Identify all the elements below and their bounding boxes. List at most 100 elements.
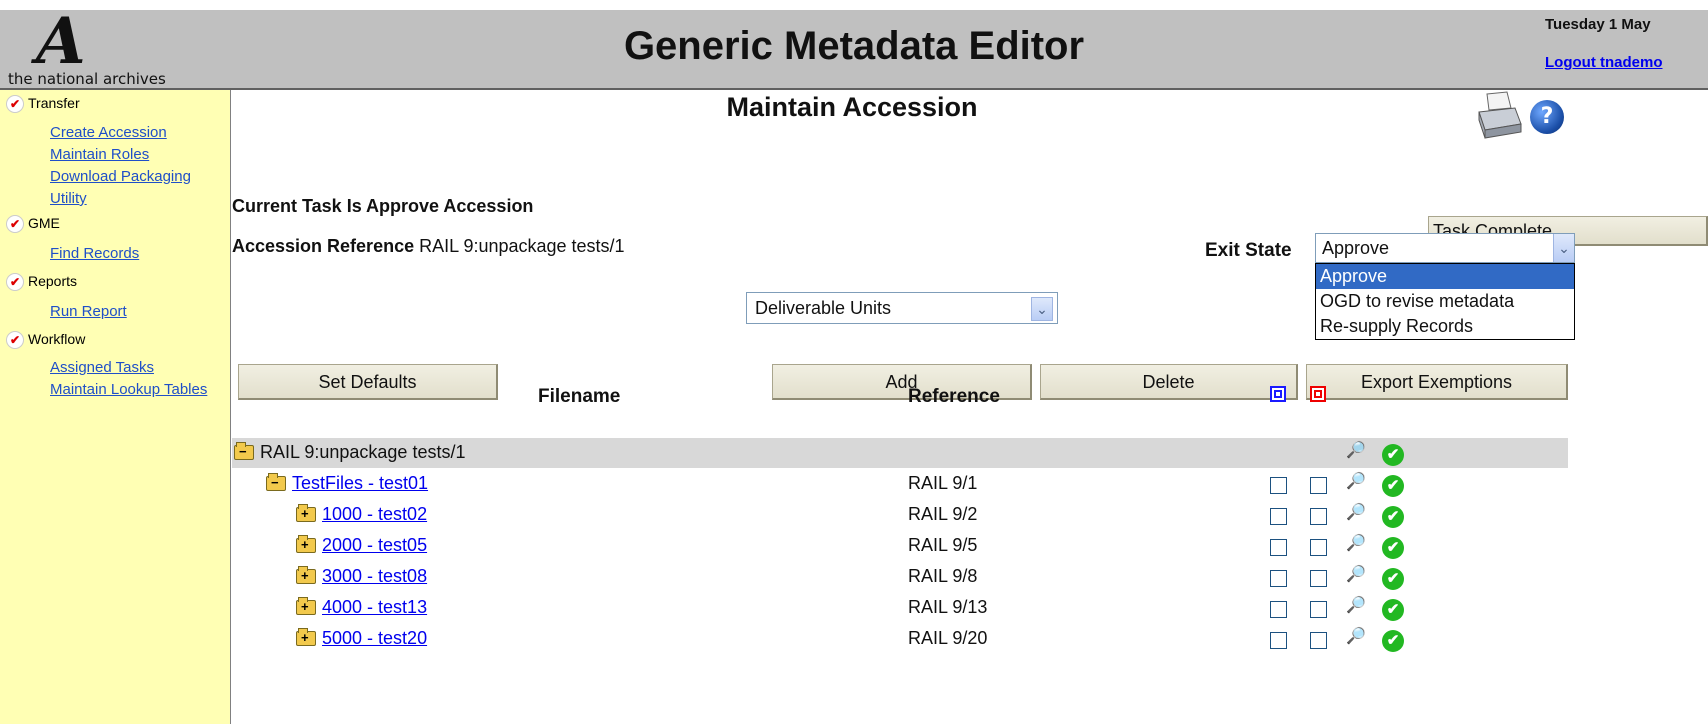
- sidebar-section-label: Transfer: [28, 95, 80, 111]
- check-circle-icon[interactable]: ✔: [1382, 568, 1404, 590]
- row-checkbox-blue[interactable]: [1270, 508, 1287, 525]
- row-filename[interactable]: 5000 - test20: [322, 628, 427, 649]
- current-task-label: Current Task Is Approve Accession: [232, 196, 534, 216]
- chevron-down-icon[interactable]: [6, 95, 24, 114]
- app-title: Generic Metadata Editor: [623, 24, 1085, 68]
- row-checkbox-red[interactable]: [1310, 601, 1327, 618]
- binoculars-icon[interactable]: 🔎: [1346, 533, 1366, 553]
- accession-reference: Accession Reference RAIL 9:unpackage tes…: [232, 236, 625, 257]
- sidebar-link-maintain-lookup-tables[interactable]: Maintain Lookup Tables: [50, 381, 207, 398]
- row-filename: RAIL 9:unpackage tests/1: [260, 442, 466, 462]
- row-reference: RAIL 9/13: [908, 597, 988, 617]
- chevron-down-icon[interactable]: ⌄: [1031, 297, 1053, 321]
- sidebar-link-maintain-roles[interactable]: Maintain Roles: [50, 146, 149, 163]
- binoculars-icon[interactable]: 🔎: [1346, 471, 1366, 491]
- folder-open-icon[interactable]: −: [266, 473, 286, 491]
- chevron-down-icon[interactable]: ⌄: [1553, 234, 1574, 262]
- exit-state-label: Exit State: [1205, 240, 1292, 261]
- row-checkbox-red[interactable]: [1310, 477, 1327, 494]
- export-exemptions-button[interactable]: Export Exemptions: [1306, 364, 1568, 400]
- binoculars-icon[interactable]: 🔎: [1346, 564, 1366, 584]
- logout-link[interactable]: Logout tnademo: [1545, 54, 1662, 71]
- row-filename[interactable]: 2000 - test05: [322, 535, 427, 556]
- folder-expand-icon[interactable]: +: [296, 628, 316, 646]
- folder-expand-icon[interactable]: +: [296, 597, 316, 615]
- row-checkbox-blue[interactable]: [1270, 570, 1287, 587]
- table-row[interactable]: +2000 - test05 RAIL 9/5 🔎 ✔: [232, 531, 1568, 561]
- sidebar-link-create-accession[interactable]: Create Accession: [50, 124, 167, 141]
- check-circle-icon[interactable]: ✔: [1382, 444, 1404, 466]
- folder-expand-icon[interactable]: +: [296, 566, 316, 584]
- unit-type-value: Deliverable Units: [755, 298, 892, 318]
- row-reference: RAIL 9/8: [908, 566, 978, 586]
- check-circle-icon[interactable]: ✔: [1382, 630, 1404, 652]
- sidebar-section-gme[interactable]: GME: [6, 215, 60, 234]
- row-checkbox-blue[interactable]: [1270, 601, 1287, 618]
- sidebar-section-reports[interactable]: Reports: [6, 273, 78, 292]
- chevron-down-icon[interactable]: [6, 331, 24, 350]
- table-row[interactable]: +1000 - test02 RAIL 9/2 🔎 ✔: [232, 500, 1568, 530]
- row-filename[interactable]: 1000 - test02: [322, 504, 427, 525]
- check-circle-icon[interactable]: ✔: [1382, 506, 1404, 528]
- unit-type-select[interactable]: Deliverable Units ⌄: [746, 292, 1058, 324]
- header-bar: A the national archives Generic Metadata…: [0, 4, 1708, 90]
- row-checkbox-blue[interactable]: [1270, 632, 1287, 649]
- table-row[interactable]: − RAIL 9:unpackage tests/1 🔎 ✔: [232, 438, 1568, 468]
- check-circle-icon[interactable]: ✔: [1382, 537, 1404, 559]
- sidebar-section-label: Workflow: [28, 331, 86, 347]
- exit-state-option[interactable]: Re-supply Records: [1316, 314, 1574, 339]
- table-row[interactable]: +3000 - test08 RAIL 9/8 🔎 ✔: [232, 562, 1568, 592]
- row-filename[interactable]: TestFiles - test01: [292, 473, 428, 494]
- chevron-down-icon[interactable]: [6, 273, 24, 292]
- sidebar-link-run-report[interactable]: Run Report: [50, 303, 127, 320]
- folder-expand-icon[interactable]: +: [296, 504, 316, 522]
- row-reference: RAIL 9/1: [908, 473, 978, 493]
- sidebar-link-assigned-tasks[interactable]: Assigned Tasks: [50, 359, 154, 376]
- column-header-reference: Reference: [908, 386, 1000, 407]
- sidebar-section-transfer[interactable]: Transfer: [6, 95, 80, 114]
- set-defaults-button[interactable]: Set Defaults: [238, 364, 498, 400]
- sidebar-section-label: Reports: [28, 273, 78, 289]
- row-reference: RAIL 9/2: [908, 504, 978, 524]
- row-filename[interactable]: 4000 - test13: [322, 597, 427, 618]
- row-filename[interactable]: 3000 - test08: [322, 566, 427, 587]
- folder-open-icon[interactable]: −: [234, 442, 254, 460]
- folder-expand-icon[interactable]: +: [296, 535, 316, 553]
- check-circle-icon[interactable]: ✔: [1382, 475, 1404, 497]
- sidebar-link-find-records[interactable]: Find Records: [50, 245, 139, 262]
- sidebar-section-workflow[interactable]: Workflow: [6, 331, 86, 350]
- chevron-down-icon[interactable]: [6, 215, 24, 234]
- table-row[interactable]: +5000 - test20 RAIL 9/20 🔎 ✔: [232, 624, 1568, 654]
- row-checkbox-red[interactable]: [1310, 570, 1327, 587]
- sidebar-link-utility[interactable]: Utility: [50, 190, 87, 207]
- current-date: Tuesday 1 May: [1545, 16, 1651, 33]
- binoculars-icon[interactable]: 🔎: [1346, 626, 1366, 646]
- table-row[interactable]: − TestFiles - test01 RAIL 9/1 🔎 ✔: [232, 469, 1568, 499]
- sidebar-link-download-packaging[interactable]: Download Packaging: [50, 168, 191, 185]
- check-circle-icon[interactable]: ✔: [1382, 599, 1404, 621]
- select-all-red-icon[interactable]: [1310, 386, 1326, 402]
- accession-reference-label: Accession Reference: [232, 236, 415, 256]
- accession-reference-value: RAIL 9:unpackage tests/1: [419, 236, 625, 256]
- exit-state-options: Approve OGD to revise metadata Re-supply…: [1315, 263, 1575, 340]
- exit-state-select[interactable]: Approve ⌄: [1315, 233, 1575, 263]
- row-checkbox-blue[interactable]: [1270, 539, 1287, 556]
- sidebar-section-label: GME: [28, 215, 60, 231]
- row-reference: RAIL 9/20: [908, 628, 988, 648]
- table-row[interactable]: +4000 - test13 RAIL 9/13 🔎 ✔: [232, 593, 1568, 623]
- binoculars-icon[interactable]: 🔎: [1346, 502, 1366, 522]
- row-checkbox-red[interactable]: [1310, 508, 1327, 525]
- exit-state-option[interactable]: OGD to revise metadata: [1316, 289, 1574, 314]
- binoculars-icon[interactable]: 🔎: [1346, 595, 1366, 615]
- binoculars-icon[interactable]: 🔎: [1346, 440, 1366, 460]
- printer-icon[interactable]: [1475, 90, 1523, 140]
- row-checkbox-red[interactable]: [1310, 632, 1327, 649]
- row-checkbox-red[interactable]: [1310, 539, 1327, 556]
- help-icon[interactable]: ?: [1530, 100, 1564, 134]
- exit-state-value: Approve: [1322, 238, 1390, 258]
- select-all-blue-icon[interactable]: [1270, 386, 1286, 402]
- exit-state-option[interactable]: Approve: [1316, 264, 1574, 289]
- sidebar: Transfer Create Accession Maintain Roles…: [0, 90, 231, 724]
- row-checkbox-blue[interactable]: [1270, 477, 1287, 494]
- delete-button[interactable]: Delete: [1040, 364, 1298, 400]
